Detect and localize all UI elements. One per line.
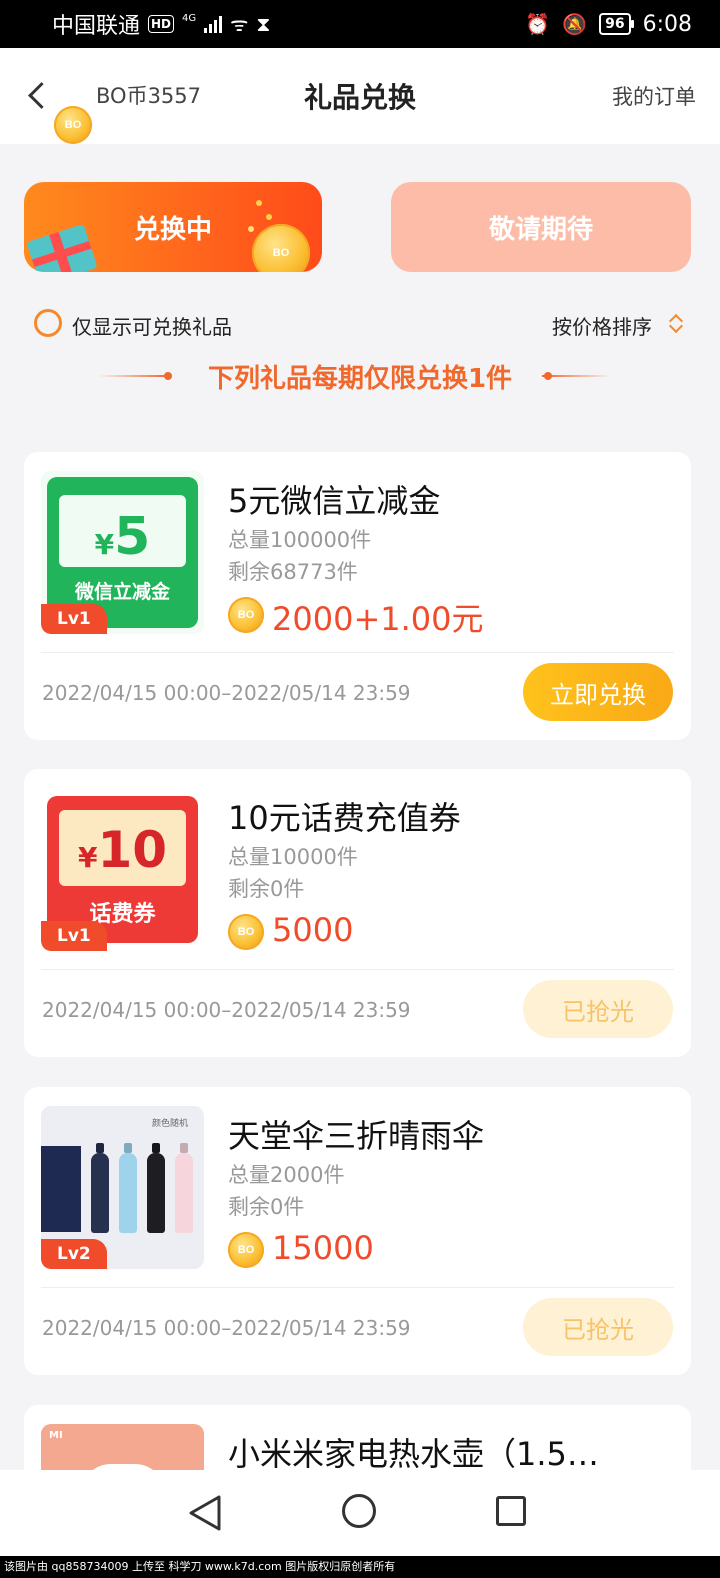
gift-box-icon [26,223,98,272]
exchange-limit-notice: 下列礼品每期仅限兑换1件 [207,364,513,394]
gift-name: 5元微信立减金 [228,482,441,520]
notice-divider-right [542,375,612,377]
redeemable-only-label[interactable]: 仅显示可兑换礼品 [72,311,232,340]
sold-out-button: 已抢光 [523,980,673,1038]
bo-coin-icon [228,597,264,633]
level-badge: Lv2 [41,1239,107,1269]
status-bar: 中国联通 HD 4G ᯤ ⧗ ⏰ 🔕 96 6:08 [0,0,720,48]
voucher-amount: 10 [97,821,168,879]
umbrella-icon [175,1153,193,1233]
gift-card[interactable]: ¥10 话费券 Lv1 10元话费充值券 总量10000件 剩余0件 5000 … [24,769,691,1057]
gift-card[interactable]: ¥5 微信立减金 Lv1 5元微信立减金 总量100000件 剩余68773件 … [24,452,691,740]
gift-image: ¥5 微信立减金 Lv1 [41,471,204,634]
system-nav-bar [0,1470,720,1556]
gift-price: 15000 [272,1229,374,1267]
redeem-now-button[interactable]: 立即兑换 [523,663,673,721]
tab-label: 敬请期待 [488,214,593,245]
bo-coin-icon [252,224,310,272]
sparkle-decoration [256,200,262,206]
gift-card[interactable]: 颜色随机 Lv2 天堂伞三折晴雨伞 总量2000件 剩余0件 15000 202… [24,1087,691,1375]
mute-icon: 🔕 [562,12,588,36]
hd-icon: HD [148,15,175,33]
network-type: 4G [182,12,197,24]
level-badge: Lv1 [41,604,107,634]
gift-price: 5000 [272,911,354,949]
tab-exchanging[interactable]: 兑换中 [24,182,322,272]
card-divider [41,652,674,653]
wifi-icon: ᯤ [230,12,249,36]
gift-total: 总量2000件 [228,1163,345,1187]
nav-bar: BO币3557 礼品兑换 我的订单 [0,48,720,144]
umbrella-icon [91,1153,109,1233]
gift-remaining: 剩余0件 [228,1195,305,1219]
voucher-caption: 微信立减金 [74,581,170,603]
exchange-period: 2022/04/15 00:00–2022/05/14 23:59 [42,998,411,1022]
gift-price: 2000+1.00元 [272,600,484,638]
umbrella-open-graphic [41,1146,81,1232]
bo-coin-icon [228,1232,264,1268]
gift-remaining: 剩余0件 [228,877,305,901]
gift-name: 10元话费充值券 [228,799,461,837]
tab-coming-soon[interactable]: 敬请期待 [391,182,691,272]
sort-toggle-icon[interactable] [668,310,684,336]
exchange-period: 2022/04/15 00:00–2022/05/14 23:59 [42,1316,411,1340]
gift-total: 总量100000件 [228,528,372,552]
gift-image: ¥10 话费券 Lv1 [41,788,204,951]
my-orders-link[interactable]: 我的订单 [612,81,696,111]
voucher-currency: ¥ [77,841,98,874]
sold-out-button: 已抢光 [523,1298,673,1356]
sort-by-price-button[interactable]: 按价格排序 [552,311,652,340]
random-color-tag: 颜色随机 [151,1119,188,1129]
exchange-period: 2022/04/15 00:00–2022/05/14 23:59 [42,681,411,705]
hourglass-icon: ⧗ [256,12,271,36]
nav-back-icon[interactable] [188,1494,222,1532]
gift-name: 天堂伞三折晴雨伞 [228,1117,485,1155]
bo-coin-icon [228,914,264,950]
carrier-name: 中国联通 [52,14,141,39]
level-badge: Lv1 [41,921,107,951]
umbrella-icon [119,1153,137,1233]
clock: 6:08 [642,11,692,37]
nav-home-icon[interactable] [342,1494,376,1528]
watermark-footer: 该图片由 qq858734009 上传至 科学刀 www.k7d.com 图片版… [0,1556,720,1578]
redeemable-only-radio[interactable] [34,309,62,337]
voucher-amount: 5 [114,507,151,567]
gift-total: 总量10000件 [228,845,358,869]
gift-remaining: 剩余68773件 [228,560,358,584]
gift-name: 小米米家电热水壶（1.5… [228,1435,599,1473]
battery-icon: 96 [599,13,635,35]
gift-image: 颜色随机 Lv2 [41,1106,204,1269]
card-divider [41,969,674,970]
tab-label: 兑换中 [133,214,212,245]
voucher-currency: ¥ [94,528,115,561]
mi-logo: MI [49,1430,63,1441]
signal-icon [204,15,223,33]
nav-recents-icon[interactable] [496,1496,526,1526]
umbrella-icon [147,1153,165,1233]
card-divider [41,1287,674,1288]
alarm-icon: ⏰ [525,12,551,36]
